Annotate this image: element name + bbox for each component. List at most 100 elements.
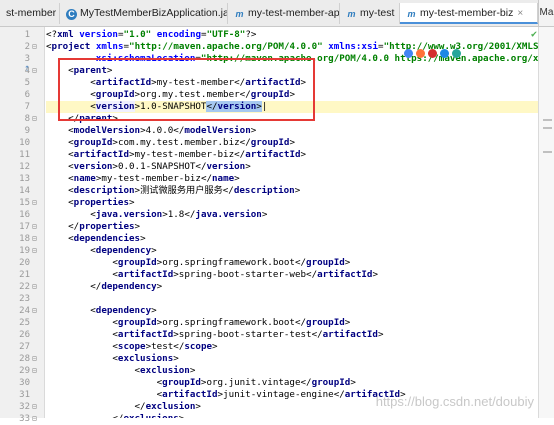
- tab-application-java[interactable]: CMyTestMemberBizApplication.java×: [60, 3, 228, 24]
- line-number: 5: [24, 78, 30, 88]
- code-line-13: <name>my-test-member-biz</name>: [46, 173, 240, 184]
- fold-icon[interactable]: ⊟: [32, 247, 40, 255]
- code-line-29: <exclusion>: [46, 365, 196, 376]
- fold-icon[interactable]: ⊟: [32, 199, 40, 207]
- fold-icon[interactable]: ⊟: [32, 367, 40, 375]
- line-number: 30: [19, 378, 30, 388]
- browser-preview-icons: [404, 43, 464, 58]
- line-number: 33: [19, 414, 30, 424]
- check-icon: ✔: [530, 29, 537, 40]
- line-number: 27: [19, 342, 30, 352]
- code-line-10: <groupId>com.my.test.member.biz</groupId…: [46, 137, 296, 148]
- code-line-12: <version>0.0.1-SNAPSHOT</version>: [46, 161, 251, 172]
- code-line-32: </exclusion>: [46, 401, 201, 412]
- code-line-4-parent: <parent>: [46, 65, 113, 76]
- fold-icon[interactable]: ⊟: [32, 355, 40, 363]
- line-number: 7: [24, 102, 30, 112]
- scroll-marker: [543, 127, 552, 129]
- watermark: https://blog.csdn.net/doubiy: [375, 394, 534, 409]
- line-number: 11: [19, 150, 30, 160]
- fold-icon[interactable]: ⊟: [32, 43, 40, 51]
- code-line-17: </properties>: [46, 221, 141, 232]
- code-line-28: <exclusions>: [46, 353, 179, 364]
- line-number: 31: [19, 390, 30, 400]
- line-number: 25: [19, 318, 30, 328]
- line-number: 23: [19, 294, 30, 304]
- code-line-22: </dependency>: [46, 281, 163, 292]
- code-line-24: <dependency>: [46, 305, 157, 316]
- line-number: 14: [19, 186, 30, 196]
- xml-editor[interactable]: <?xml version="1.0" encoding="UTF-8"?> <…: [46, 27, 539, 418]
- line-number: 12: [19, 162, 30, 172]
- safari-icon[interactable]: [452, 49, 461, 58]
- line-number: 15: [19, 198, 30, 208]
- maven-icon: m: [407, 9, 416, 19]
- line-number: 29: [19, 366, 30, 376]
- line-number: 22: [19, 282, 30, 292]
- line-number: 17: [19, 222, 30, 232]
- close-icon[interactable]: ×: [517, 8, 523, 19]
- line-number: 1: [24, 30, 30, 40]
- maven-icon: m: [347, 9, 356, 19]
- class-icon: C: [66, 9, 77, 20]
- code-line-8: </parent>: [46, 113, 118, 124]
- maven-icon: m: [235, 9, 244, 19]
- line-number: 20: [19, 258, 30, 268]
- line-number: 26: [19, 330, 30, 340]
- code-line-16: <java.version>1.8</java.version>: [46, 209, 268, 220]
- code-line-5: <artifactId>my-test-member</artifactId>: [46, 77, 307, 88]
- code-line-19: <dependency>: [46, 245, 157, 256]
- line-number: 16: [19, 210, 30, 220]
- fold-icon[interactable]: ⊟: [32, 307, 40, 315]
- fold-icon[interactable]: ⊟: [32, 67, 40, 75]
- code-line-18: <dependencies>: [46, 233, 146, 244]
- chrome-icon[interactable]: [404, 49, 413, 58]
- code-line-7: <version>1.0-SNAPSHOT</version>|: [46, 101, 539, 113]
- tab-st-member[interactable]: st-member×: [0, 3, 60, 24]
- scroll-marker: [543, 119, 552, 121]
- line-number: 19: [19, 246, 30, 256]
- line-number: 9: [24, 126, 30, 136]
- code-line-20: <groupId>org.springframework.boot</group…: [46, 257, 351, 268]
- fold-icon[interactable]: ⊟: [32, 415, 40, 423]
- code-line-33: </exclusions>: [46, 413, 184, 418]
- line-number: 13: [19, 174, 30, 184]
- fold-icon[interactable]: ⊟: [32, 283, 40, 291]
- scroll-marker: [543, 151, 552, 153]
- code-line-31: <artifactId>junit-vintage-engine</artifa…: [46, 389, 406, 400]
- line-number: 10: [19, 138, 30, 148]
- opera-icon[interactable]: [428, 49, 437, 58]
- code-line-11: <artifactId>my-test-member-biz</artifact…: [46, 149, 307, 160]
- fold-icon[interactable]: ⊟: [32, 223, 40, 231]
- line-number-gutter: 1 2 3 4 5 6 7 8 9 10 11 12 13 14 15 16 17 18 19 20 21 22 23 24 2…: [0, 27, 45, 424]
- edge-icon[interactable]: [440, 49, 449, 58]
- code-line-1: <?xml version="1.0" encoding="UTF-8"?>: [46, 29, 257, 40]
- line-number: 32: [19, 402, 30, 412]
- tab-member-biz[interactable]: m my-test-member-biz ×: [400, 3, 538, 24]
- code-line-21: <artifactId>spring-boot-starter-web</art…: [46, 269, 378, 280]
- firefox-icon[interactable]: [416, 49, 425, 58]
- code-line-30: <groupId>org.junit.vintage</groupId>: [46, 377, 356, 388]
- line-number: 2: [24, 42, 30, 52]
- code-line-2: <project xmlns="http://maven.apache.org/…: [46, 41, 539, 52]
- override-marker-icon[interactable]: ⇡: [24, 63, 30, 74]
- line-number: 24: [19, 306, 30, 316]
- line-number: 8: [24, 114, 30, 124]
- fold-icon[interactable]: ⊟: [32, 235, 40, 243]
- line-number: 28: [19, 354, 30, 364]
- line-number: 6: [24, 90, 30, 100]
- code-line-3: xsi:schemaLocation="http://maven.apache.…: [95, 53, 539, 64]
- tab-my-test[interactable]: mmy-test×: [340, 3, 400, 24]
- code-line-9: <modelVersion>4.0.0</modelVersion>: [46, 125, 257, 136]
- tab-overflow[interactable]: Ma: [538, 0, 554, 26]
- fold-icon[interactable]: ⊟: [32, 115, 40, 123]
- line-number: 18: [19, 234, 30, 244]
- right-tool-strip: [538, 27, 554, 418]
- tab-member-api[interactable]: mmy-test-member-api×: [228, 3, 340, 24]
- editor-tab-bar: st-member× CMyTestMemberBizApplication.j…: [0, 0, 554, 27]
- fold-icon[interactable]: ⊟: [32, 403, 40, 411]
- line-number: 21: [19, 270, 30, 280]
- code-line-6: <groupId>org.my.test.member</groupId>: [46, 89, 296, 100]
- code-line-14: <description>测试微服务用户服务</description>: [46, 185, 301, 196]
- code-line-15: <properties>: [46, 197, 135, 208]
